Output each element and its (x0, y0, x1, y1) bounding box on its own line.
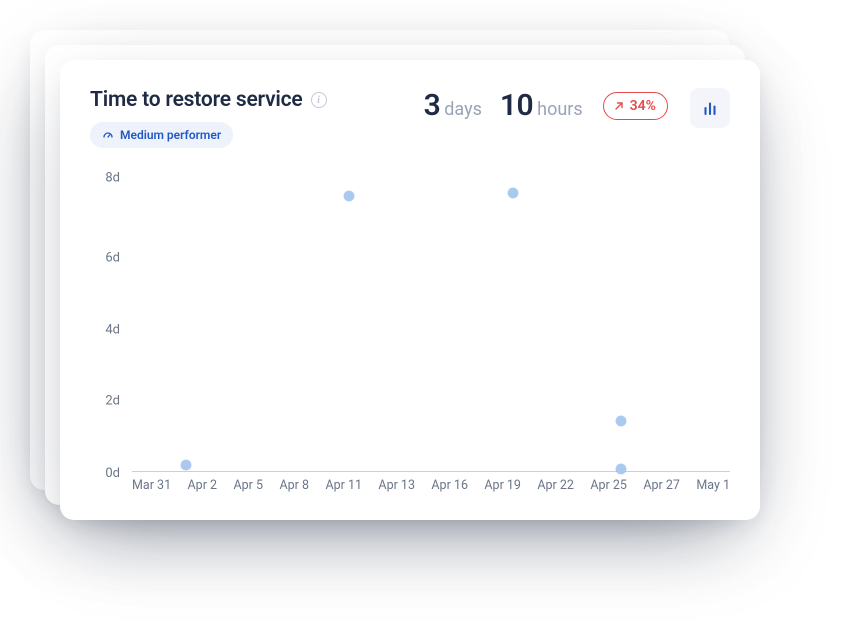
metric-hours-unit: hours (537, 99, 583, 120)
chart-type-button[interactable] (690, 88, 730, 128)
x-tick: Apr 8 (279, 478, 309, 500)
x-tick: May 1 (696, 478, 730, 500)
data-point[interactable] (508, 188, 518, 198)
trend-value: 34% (630, 98, 656, 114)
gauge-icon (102, 129, 114, 141)
y-axis: 8d6d4d2d0d (90, 174, 126, 472)
card-title: Time to restore service (90, 88, 303, 112)
x-tick: Apr 11 (325, 478, 362, 500)
bar-chart-icon (701, 99, 719, 117)
info-icon[interactable]: i (311, 92, 327, 108)
arrow-up-right-icon (613, 100, 625, 112)
y-tick: 6d (90, 252, 126, 265)
x-tick: Apr 16 (431, 478, 468, 500)
x-tick: Apr 19 (484, 478, 521, 500)
x-tick: Mar 31 (132, 478, 171, 500)
data-point[interactable] (616, 416, 626, 426)
metric-hours-value: 10 (500, 88, 533, 123)
x-tick: Apr 2 (188, 478, 218, 500)
y-tick: 0d (90, 467, 126, 480)
x-tick: Apr 13 (378, 478, 415, 500)
headline-metric: 3days 10hours (424, 88, 583, 123)
x-tick: Apr 25 (590, 478, 627, 500)
metric-card: Time to restore service i Medium perform… (60, 60, 760, 520)
trend-pill: 34% (603, 92, 668, 120)
chart-area: 8d 6d 4d 2d 0d Mar 31 Apr 2 Apr 5 Apr 8 Apr 11 Ap… (90, 174, 730, 500)
x-tick: Apr 22 (537, 478, 574, 500)
metric-days-unit: days (444, 99, 482, 120)
performance-badge: Medium performer (90, 122, 233, 148)
card-header: Time to restore service i Medium perform… (90, 88, 730, 148)
data-point[interactable] (344, 191, 354, 201)
data-point[interactable] (616, 464, 626, 474)
data-point[interactable] (181, 460, 191, 470)
performance-badge-label: Medium performer (120, 128, 221, 142)
x-tick: Apr 5 (234, 478, 264, 500)
x-axis: Mar 31 Apr 2 Apr 5 Apr 8 Apr 11 Apr 13 Apr 16 A… (132, 478, 730, 500)
plot-region (132, 174, 730, 472)
metric-days-value: 3 (424, 88, 441, 123)
y-tick: 8d (90, 171, 126, 184)
y-tick: 2d (90, 394, 126, 407)
x-tick: Apr 27 (643, 478, 680, 500)
y-tick: 4d (90, 323, 126, 336)
